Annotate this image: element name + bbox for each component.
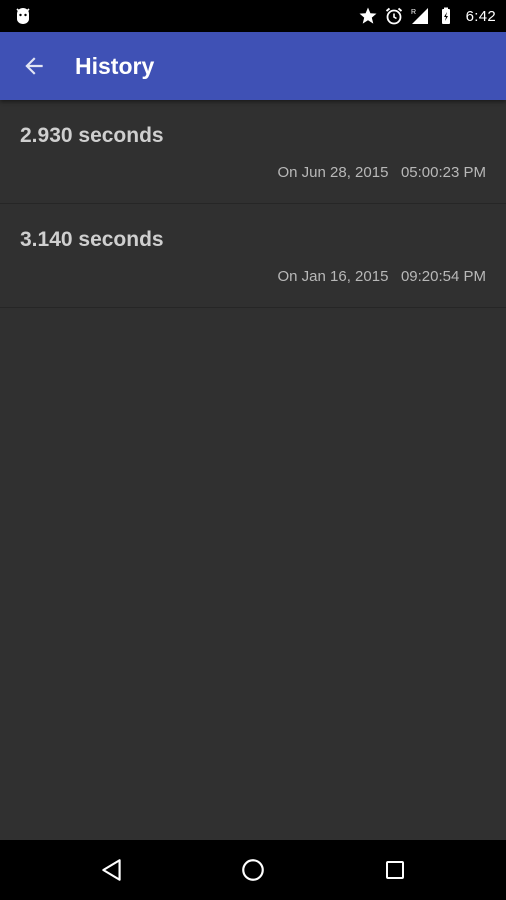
arrow-back-icon xyxy=(25,57,43,75)
navigation-bar xyxy=(0,840,506,900)
item-timestamp: On Jun 28, 2015 05:00:23 PM xyxy=(278,164,487,181)
battery-charging-icon xyxy=(441,7,450,24)
app-bar: History xyxy=(0,32,506,100)
item-timestamp: On Jan 16, 2015 09:20:54 PM xyxy=(278,268,487,285)
back-button[interactable] xyxy=(14,46,54,86)
item-date: On Jan 16, 2015 xyxy=(277,268,389,285)
list-item[interactable]: 3.140 seconds On Jan 16, 2015 09:20:54 P… xyxy=(0,204,506,308)
list-item[interactable]: 2.930 seconds On Jun 28, 2015 05:00:23 P… xyxy=(0,100,506,204)
nav-recents-button[interactable] xyxy=(379,854,411,886)
nav-home-button[interactable] xyxy=(237,854,269,886)
svg-text:R: R xyxy=(411,9,416,16)
page-title: History xyxy=(75,53,155,79)
item-duration: 2.930 seconds xyxy=(20,124,164,147)
nav-back-button[interactable] xyxy=(96,854,128,886)
item-time: 09:20:54 PM xyxy=(400,268,486,285)
item-date: On Jun 28, 2015 xyxy=(277,164,389,181)
recents-square-icon xyxy=(386,861,404,879)
alarm-icon xyxy=(385,7,402,25)
android-debug-icon xyxy=(12,5,34,27)
star-icon xyxy=(359,7,377,24)
signal-icon: R xyxy=(411,8,428,24)
item-duration: 3.140 seconds xyxy=(20,228,164,251)
item-time: 05:00:23 PM xyxy=(400,164,486,181)
history-list: 2.930 seconds On Jun 28, 2015 05:00:23 P… xyxy=(0,100,506,840)
home-circle-icon xyxy=(242,859,264,881)
status-bar: R 6:42 xyxy=(0,0,506,32)
status-time: 6:42 xyxy=(465,7,496,25)
back-triangle-icon xyxy=(102,859,121,881)
